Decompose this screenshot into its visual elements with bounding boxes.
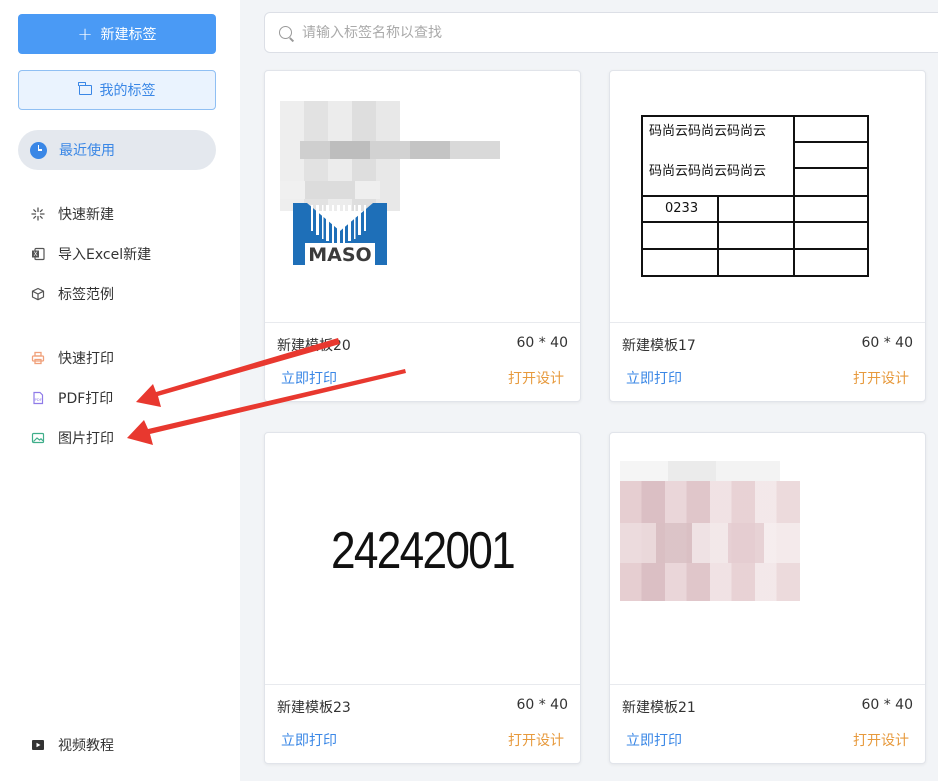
pdf-icon: PDF <box>30 390 46 406</box>
clock-icon <box>30 141 47 159</box>
card-name: 新建模板23 <box>277 700 351 716</box>
sidebar-item-import-excel[interactable]: X 导入Excel新建 <box>30 243 151 265</box>
svg-text:PDF: PDF <box>34 397 41 402</box>
print-now-link[interactable]: 立即打印 <box>281 730 337 750</box>
printer-icon <box>30 350 46 366</box>
card-name: 新建模板17 <box>622 338 696 354</box>
card-preview: 24242001 <box>265 433 580 685</box>
card-preview: MASO <box>265 71 580 323</box>
my-labels-button[interactable]: 我的标签 <box>18 70 216 110</box>
search-box[interactable] <box>264 12 938 53</box>
new-label-text: 新建标签 <box>100 27 157 43</box>
sidebar-item-label: 图片打印 <box>58 431 114 447</box>
svg-text:X: X <box>33 251 37 258</box>
search-icon <box>279 26 292 39</box>
my-labels-text: 我的标签 <box>99 83 156 99</box>
cube-icon <box>30 286 46 302</box>
recent-use-item[interactable]: 最近使用 <box>18 130 216 170</box>
print-now-link[interactable]: 立即打印 <box>626 730 682 750</box>
sidebar-item-pdf-print[interactable]: PDF PDF打印 <box>30 387 113 409</box>
table-code: 0233 <box>665 201 699 216</box>
svg-text:MASO: MASO <box>308 244 371 266</box>
sidebar-item-label: 导入Excel新建 <box>58 247 152 263</box>
card-size: 60 * 40 <box>516 335 568 351</box>
blurred-image <box>620 523 800 563</box>
video-icon <box>30 737 46 753</box>
folder-icon <box>78 82 92 95</box>
blurred-image <box>620 461 780 481</box>
print-now-link[interactable]: 立即打印 <box>281 368 337 388</box>
card-name: 新建模板20 <box>277 338 351 354</box>
card-preview <box>610 433 925 685</box>
blurred-text <box>300 141 500 159</box>
sidebar-item-label: 快速新建 <box>58 207 114 223</box>
table-text: 码尚云码尚云码尚云 <box>649 124 767 139</box>
plus-icon: + <box>77 23 93 45</box>
card-size: 60 * 40 <box>861 697 913 713</box>
sidebar: + 新建标签 我的标签 最近使用 快速新建 X 导入Excel新建 标签范例 快… <box>0 0 240 781</box>
card-size: 60 * 40 <box>861 335 913 351</box>
card-size: 60 * 40 <box>516 697 568 713</box>
sidebar-item-label: 标签范例 <box>58 287 114 303</box>
blurred-text <box>280 181 380 199</box>
open-design-link[interactable]: 打开设计 <box>853 368 909 388</box>
preview-number: 24242001 <box>330 522 516 580</box>
open-design-link[interactable]: 打开设计 <box>508 730 564 750</box>
sidebar-item-quick-print[interactable]: 快速打印 <box>30 347 114 369</box>
label-table: 码尚云码尚云码尚云 码尚云码尚云码尚云 0233 <box>641 115 869 277</box>
table-text: 码尚云码尚云码尚云 <box>649 164 767 179</box>
new-label-button[interactable]: + 新建标签 <box>18 14 216 54</box>
recent-use-label: 最近使用 <box>59 143 115 159</box>
card-name: 新建模板21 <box>622 700 696 716</box>
maso-logo: MASO <box>293 203 387 266</box>
search-input[interactable] <box>302 24 882 41</box>
image-icon <box>30 430 46 446</box>
sidebar-item-quick-new[interactable]: 快速新建 <box>30 203 114 225</box>
sidebar-item-image-print[interactable]: 图片打印 <box>30 427 114 449</box>
sidebar-item-video-tutorial[interactable]: 视频教程 <box>30 734 114 756</box>
sidebar-item-label: 快速打印 <box>58 351 114 367</box>
excel-icon: X <box>30 246 46 262</box>
open-design-link[interactable]: 打开设计 <box>853 730 909 750</box>
sidebar-item-label: 视频教程 <box>58 738 114 754</box>
template-card[interactable]: 码尚云码尚云码尚云 码尚云码尚云码尚云 0233 新建模板17 60 * 40 … <box>609 70 926 402</box>
print-now-link[interactable]: 立即打印 <box>626 368 682 388</box>
sparkle-icon <box>30 206 46 222</box>
card-preview: 码尚云码尚云码尚云 码尚云码尚云码尚云 0233 <box>610 71 925 323</box>
template-card[interactable]: 24242001 新建模板23 60 * 40 立即打印 打开设计 <box>264 432 581 764</box>
sidebar-item-examples[interactable]: 标签范例 <box>30 283 114 305</box>
open-design-link[interactable]: 打开设计 <box>508 368 564 388</box>
template-card[interactable]: 新建模板21 60 * 40 立即打印 打开设计 <box>609 432 926 764</box>
template-card[interactable]: MASO 新建模板20 60 * 40 立即打印 打开设计 <box>264 70 581 402</box>
sidebar-item-label: PDF打印 <box>58 391 114 407</box>
